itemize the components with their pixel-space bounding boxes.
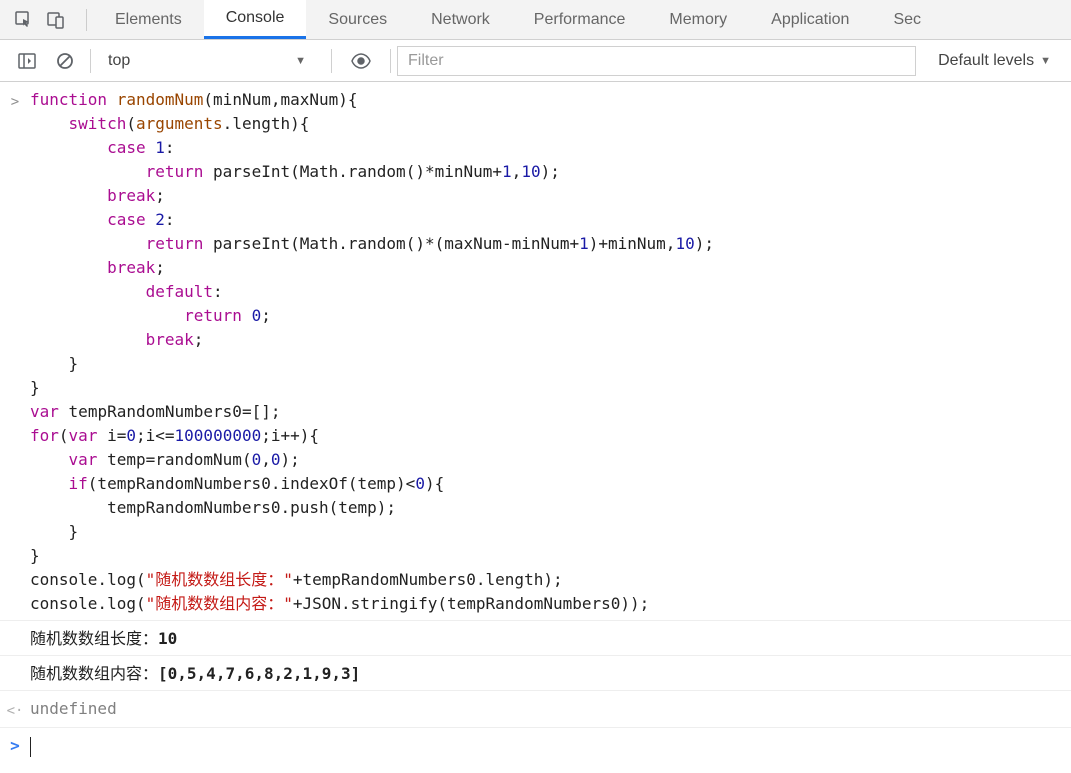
- log-message[interactable]: 随机数数组内容：[0,5,4,7,6,8,2,1,9,3]: [30, 662, 1071, 686]
- return-marker-icon: <·: [0, 697, 30, 723]
- device-toolbar-icon[interactable]: [46, 10, 66, 30]
- tab-console[interactable]: Console: [204, 0, 307, 39]
- console-input-entry: > function randomNum(minNum,maxNum){ swi…: [0, 82, 1071, 621]
- tab-performance[interactable]: Performance: [512, 0, 648, 39]
- log-marker: [0, 662, 30, 686]
- clear-console-icon[interactable]: [52, 48, 78, 74]
- live-expression-icon[interactable]: [348, 48, 374, 74]
- dropdown-arrow-icon: ▼: [295, 55, 306, 67]
- tab-elements[interactable]: Elements: [93, 0, 204, 39]
- tab-security[interactable]: Sec: [871, 0, 943, 39]
- console-output: > function randomNum(minNum,maxNum){ swi…: [0, 82, 1071, 764]
- levels-label: Default levels: [938, 52, 1034, 70]
- separator: [86, 9, 87, 31]
- toolbar-left-icons: [0, 0, 80, 39]
- text-cursor: [30, 737, 31, 757]
- tab-memory[interactable]: Memory: [647, 0, 749, 39]
- filter-input[interactable]: Filter: [397, 46, 916, 76]
- context-label: top: [108, 52, 130, 70]
- context-selector[interactable]: top ▼: [97, 46, 317, 76]
- dropdown-arrow-icon: ▼: [1040, 55, 1051, 67]
- filter-placeholder: Filter: [408, 52, 444, 70]
- separator: [390, 49, 391, 73]
- console-prompt[interactable]: >: [0, 728, 1071, 764]
- tab-sources[interactable]: Sources: [306, 0, 409, 39]
- tab-application[interactable]: Application: [749, 0, 871, 39]
- tab-network[interactable]: Network: [409, 0, 512, 39]
- log-message[interactable]: 随机数数组长度：10: [30, 627, 1071, 651]
- separator: [331, 49, 332, 73]
- devtools-tab-bar: Elements Console Sources Network Perform…: [0, 0, 1071, 40]
- console-log-entry: 随机数数组内容：[0,5,4,7,6,8,2,1,9,3]: [0, 656, 1071, 691]
- toggle-sidebar-icon[interactable]: [14, 48, 40, 74]
- input-marker-icon: >: [0, 88, 30, 616]
- prompt-marker-icon: >: [0, 734, 30, 758]
- code-block[interactable]: function randomNum(minNum,maxNum){ switc…: [30, 88, 1071, 616]
- return-value[interactable]: undefined: [30, 697, 1071, 723]
- log-marker: [0, 627, 30, 651]
- console-return-entry: <· undefined: [0, 691, 1071, 728]
- log-levels-dropdown[interactable]: Default levels ▼: [926, 52, 1063, 70]
- separator: [90, 49, 91, 73]
- console-toolbar: top ▼ Filter Default levels ▼: [0, 40, 1071, 82]
- inspect-element-icon[interactable]: [14, 10, 34, 30]
- prompt-input[interactable]: [30, 734, 31, 758]
- console-log-entry: 随机数数组长度：10: [0, 621, 1071, 656]
